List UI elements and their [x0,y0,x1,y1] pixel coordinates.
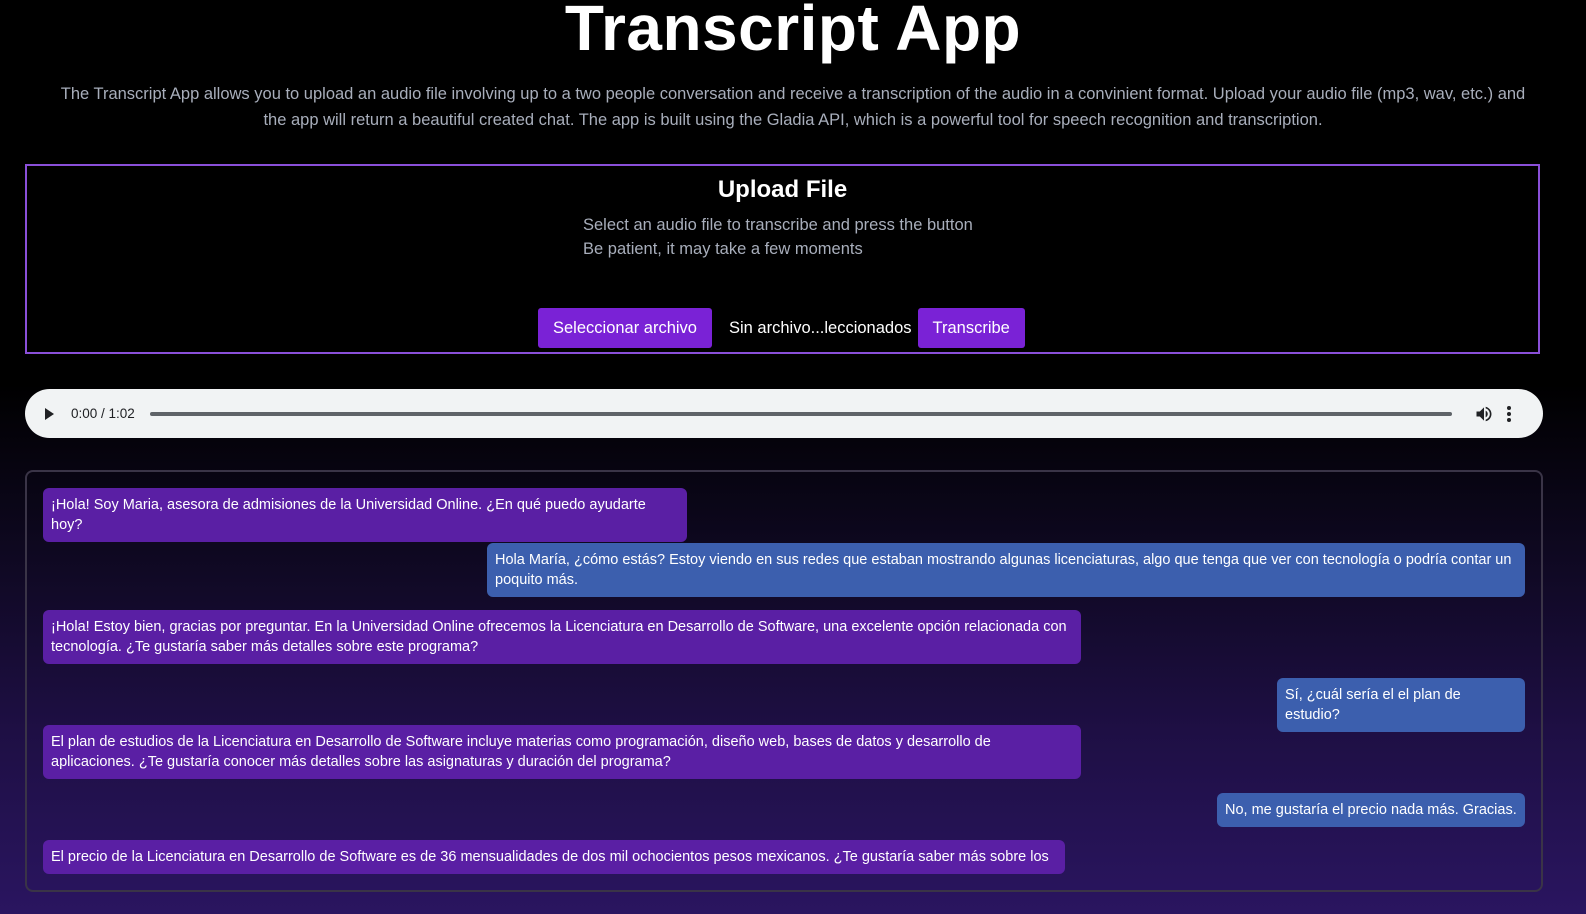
chat-transcript: ¡Hola! Soy Maria, asesora de admisiones … [25,470,1543,892]
upload-panel: Upload File Select an audio file to tran… [25,164,1540,354]
time-display: 0:00 / 1:02 [71,406,135,421]
app-title: Transcript App [564,0,1022,64]
audio-player: 0:00 / 1:02 [25,389,1543,438]
chat-message-assistant: El precio de la Licenciatura en Desarrol… [43,840,1065,874]
select-file-button[interactable]: Seleccionar archivo [538,308,712,348]
chat-message-assistant: ¡Hola! Soy Maria, asesora de admisiones … [43,488,687,542]
chat-message-user: No, me gustaría el precio nada más. Grac… [1217,793,1525,827]
volume-icon[interactable] [1474,404,1494,424]
upload-hint-line2: Be patient, it may take a few moments [583,240,863,258]
file-input-row: Seleccionar archivo Sin archivo...leccio… [538,308,1025,348]
more-vertical-icon[interactable] [1506,405,1512,423]
chat-message-assistant: El plan de estudios de la Licenciatura e… [43,725,1081,779]
transcribe-button[interactable]: Transcribe [917,308,1025,348]
chat-message-user: Hola María, ¿cómo estás? Estoy viendo en… [487,543,1525,597]
chat-message-assistant: ¡Hola! Estoy bien, gracias por preguntar… [43,610,1081,664]
play-icon[interactable] [45,407,54,420]
upload-hint-line1: Select an audio file to transcribe and p… [583,216,973,234]
chat-message-user: Sí, ¿cuál sería el el plan de estudio? [1277,678,1525,732]
progress-slider[interactable] [149,411,1452,416]
upload-title: Upload File [717,176,848,203]
file-status-text: Sin archivo...leccionados [729,318,912,337]
app-description: The Transcript App allows you to upload … [60,85,1526,129]
